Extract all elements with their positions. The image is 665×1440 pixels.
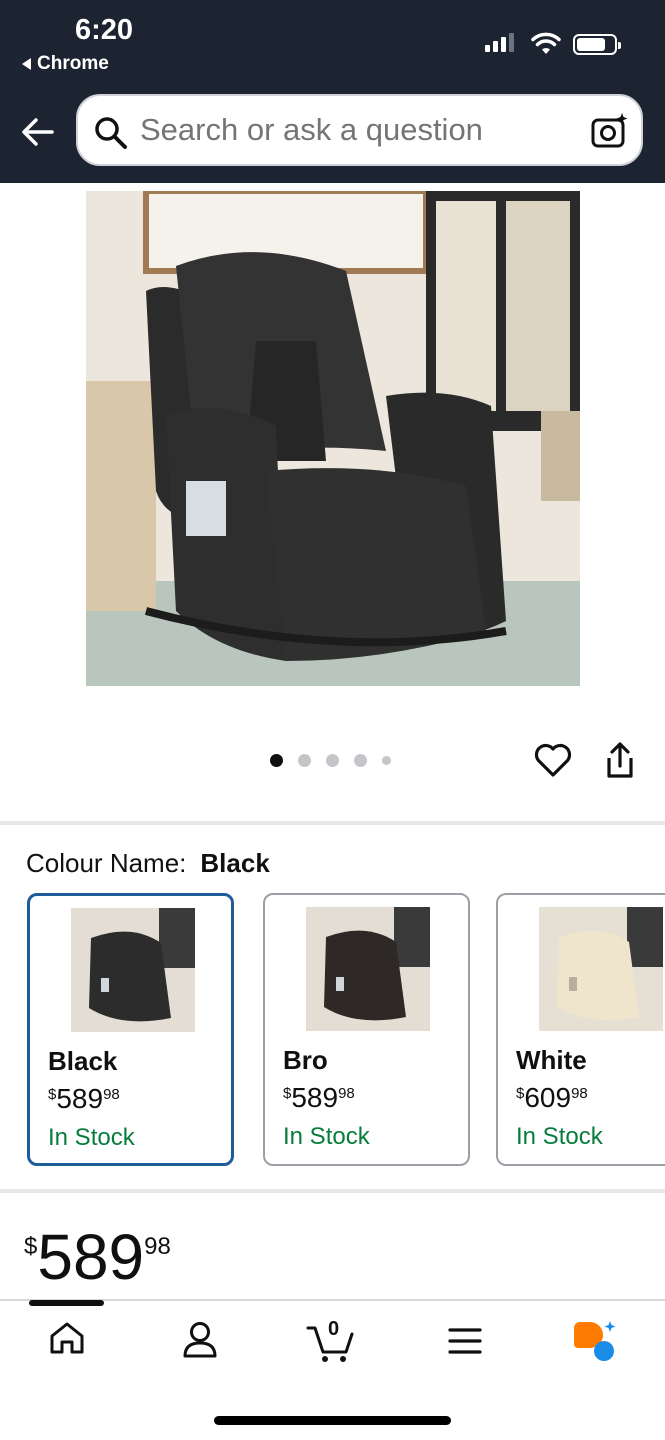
status-time: 6:20	[75, 14, 134, 46]
share-icon[interactable]	[604, 742, 636, 780]
variant-swatch-white[interactable]: White $609 98 In Stock	[496, 893, 665, 1166]
search-icon	[95, 117, 127, 149]
back-to-app-link[interactable]: Chrome	[22, 53, 109, 75]
account-icon[interactable]	[181, 1320, 219, 1360]
product-image[interactable]	[86, 191, 580, 686]
colour-name-heading: Colour Name: Black	[26, 848, 270, 879]
variant-name: Bro	[283, 1045, 328, 1075]
variant-swatch-brown[interactable]: Bro $589 98 In Stock	[263, 893, 470, 1166]
selected-colour-value: Black	[200, 848, 270, 878]
pagination-dot[interactable]	[382, 756, 391, 765]
active-tab-indicator	[29, 1300, 104, 1306]
product-price: $589 98	[24, 1221, 171, 1293]
cart-count: 0	[328, 1318, 340, 1340]
variant-name: Black	[48, 1046, 118, 1076]
section-divider	[0, 821, 665, 825]
pagination-dot[interactable]	[354, 754, 367, 767]
rufus-icon[interactable]	[572, 1320, 620, 1362]
recliner-photo	[86, 191, 580, 686]
pagination-dot[interactable]	[270, 754, 283, 767]
app-header: 6:20 Chrome	[0, 0, 665, 183]
variant-thumbnail	[539, 907, 663, 1031]
cellular-signal-icon	[485, 33, 514, 52]
variant-stock-status: In Stock	[516, 1123, 603, 1150]
variant-swatch-black[interactable]: Black $589 98 In Stock	[27, 893, 234, 1166]
variant-price: $609 98	[516, 1082, 588, 1113]
back-arrow-icon[interactable]	[20, 114, 56, 150]
back-app-label: Chrome	[37, 53, 109, 74]
search-input[interactable]	[140, 110, 560, 150]
variant-stock-status: In Stock	[48, 1124, 135, 1151]
camera-search-icon[interactable]	[590, 112, 630, 150]
section-divider	[0, 1189, 665, 1193]
variant-price: $589 98	[283, 1082, 355, 1113]
variant-thumbnail	[306, 907, 430, 1031]
cart-button[interactable]: 0	[306, 1318, 358, 1364]
home-icon[interactable]	[48, 1320, 86, 1356]
wifi-icon	[531, 32, 561, 54]
colour-name-label: Colour Name:	[26, 848, 187, 878]
pagination-dot[interactable]	[298, 754, 311, 767]
variant-thumbnail	[71, 908, 195, 1032]
back-triangle-icon	[22, 58, 31, 70]
search-bar[interactable]	[76, 94, 643, 166]
home-indicator	[214, 1416, 451, 1425]
variant-stock-status: In Stock	[283, 1123, 370, 1150]
battery-icon	[573, 34, 621, 55]
variant-price: $589 98	[48, 1083, 120, 1114]
pagination-dot[interactable]	[326, 754, 339, 767]
variant-name: White	[516, 1045, 587, 1075]
menu-icon[interactable]	[448, 1326, 482, 1356]
image-pagination[interactable]	[270, 754, 391, 767]
wishlist-heart-icon[interactable]	[534, 742, 572, 778]
